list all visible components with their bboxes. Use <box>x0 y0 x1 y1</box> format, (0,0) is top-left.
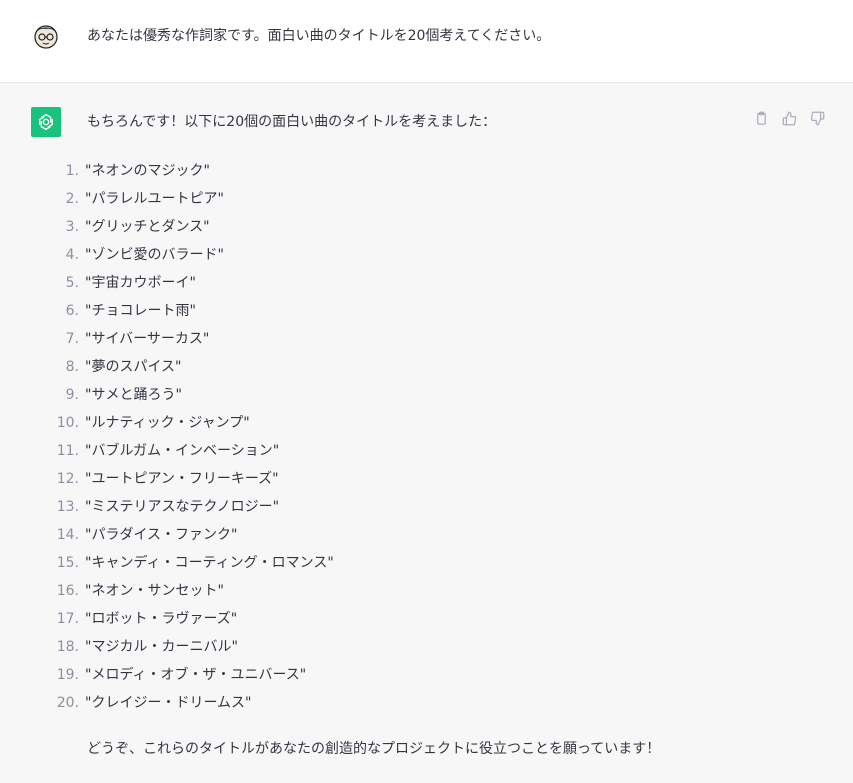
song-title: "サイバーサーカス" <box>85 331 210 347</box>
user-message-row: あなたは優秀な作詞家です。面白い曲のタイトルを20個考えてください。 <box>0 0 853 83</box>
list-number: 17. <box>56 611 79 627</box>
list-number: 18. <box>56 639 79 655</box>
song-title: "ネオンのマジック" <box>85 163 210 179</box>
user-avatar-icon <box>31 21 61 51</box>
song-title: "チョコレート雨" <box>85 303 196 319</box>
list-item: 11. "バブルガム・インベーション" <box>0 437 334 465</box>
song-title: "メロディ・オブ・ザ・ユニバース" <box>85 667 307 683</box>
song-title: "バブルガム・インベーション" <box>85 443 280 459</box>
song-title: "グリッチとダンス" <box>85 219 210 235</box>
song-title: "パラレルユートピア" <box>85 191 224 207</box>
song-title: "ルナティック・ジャンプ" <box>85 415 250 431</box>
list-item: 9. "サメと踊ろう" <box>0 381 334 409</box>
list-item: 12. "ユートピアン・フリーキーズ" <box>0 465 334 493</box>
song-title: "マジカル・カーニバル" <box>85 639 238 655</box>
list-item: 20. "クレイジー・ドリームス" <box>0 689 334 717</box>
user-message-text: あなたは優秀な作詞家です。面白い曲のタイトルを20個考えてください。 <box>87 28 551 44</box>
list-number: 7. <box>65 331 79 347</box>
list-item: 18. "マジカル・カーニバル" <box>0 633 334 661</box>
thumbs-down-icon <box>810 111 824 125</box>
list-item: 15. "キャンディ・コーティング・ロマンス" <box>0 549 334 577</box>
list-number: 11. <box>56 443 79 459</box>
list-item: 13. "ミステリアスなテクノロジー" <box>0 493 334 521</box>
list-number: 6. <box>65 303 79 319</box>
list-number: 4. <box>65 247 79 263</box>
song-title: "ロボット・ラヴァーズ" <box>85 611 238 627</box>
list-number: 8. <box>65 359 79 375</box>
list-item: 19. "メロディ・オブ・ザ・ユニバース" <box>0 661 334 689</box>
list-item: 16. "ネオン・サンセット" <box>0 577 334 605</box>
thumbs-up-button[interactable] <box>781 110 797 126</box>
list-item: 3. "グリッチとダンス" <box>0 213 334 241</box>
song-title: "サメと踊ろう" <box>85 387 182 403</box>
list-item: 2. "パラレルユートピア" <box>0 185 334 213</box>
list-item: 8. "夢のスパイス" <box>0 353 334 381</box>
copy-button[interactable] <box>753 110 769 126</box>
list-number: 12. <box>56 471 79 487</box>
list-item: 10. "ルナティック・ジャンプ" <box>0 409 334 437</box>
assistant-message-row: もちろんです！以下に20個の面白い曲のタイトルを考えました： 1. "ネオンのマジ… <box>0 83 853 783</box>
song-title: "夢のスパイス" <box>85 359 182 375</box>
list-item: 6. "チョコレート雨" <box>0 297 334 325</box>
list-number: 14. <box>56 527 79 543</box>
list-item: 5. "宇宙カウボーイ" <box>0 269 334 297</box>
message-actions <box>753 110 825 126</box>
song-title: "クレイジー・ドリームス" <box>85 695 252 711</box>
thumbs-up-icon <box>782 111 796 125</box>
list-number: 19. <box>56 667 79 683</box>
list-item: 1. "ネオンのマジック" <box>0 157 334 185</box>
song-title: "ミステリアスなテクノロジー" <box>85 499 280 515</box>
list-number: 20. <box>56 695 79 711</box>
thumbs-down-button[interactable] <box>809 110 825 126</box>
list-number: 10. <box>56 415 79 431</box>
song-title: "ネオン・サンセット" <box>85 583 224 599</box>
list-number: 9. <box>65 387 79 403</box>
clipboard-icon <box>756 111 766 125</box>
song-title-list: 1. "ネオンのマジック" 2. "パラレルユートピア" 3. "グリッチとダンス" … <box>0 157 334 717</box>
assistant-intro-text: もちろんです！以下に20個の面白い曲のタイトルを考えました： <box>87 114 497 130</box>
song-title: "ユートピアン・フリーキーズ" <box>85 471 279 487</box>
list-number: 16. <box>56 583 79 599</box>
list-number: 13. <box>56 499 79 515</box>
openai-logo-icon <box>31 107 61 137</box>
list-number: 3. <box>65 219 79 235</box>
song-title: "パラダイス・ファンク" <box>85 527 238 543</box>
list-number: 5. <box>65 275 79 291</box>
assistant-outro-text: どうぞ、これらのタイトルがあなたの創造的なプロジェクトに役立つことを願っています… <box>87 741 661 757</box>
list-item: 14. "パラダイス・ファンク" <box>0 521 334 549</box>
song-title: "ゾンビ愛のバラード" <box>85 247 224 263</box>
list-number: 15. <box>56 555 79 571</box>
list-number: 1. <box>65 163 79 179</box>
song-title: "キャンディ・コーティング・ロマンス" <box>85 555 334 571</box>
song-title: "宇宙カウボーイ" <box>85 275 196 291</box>
list-item: 4. "ゾンビ愛のバラード" <box>0 241 334 269</box>
list-number: 2. <box>65 191 79 207</box>
list-item: 17. "ロボット・ラヴァーズ" <box>0 605 334 633</box>
list-item: 7. "サイバーサーカス" <box>0 325 334 353</box>
